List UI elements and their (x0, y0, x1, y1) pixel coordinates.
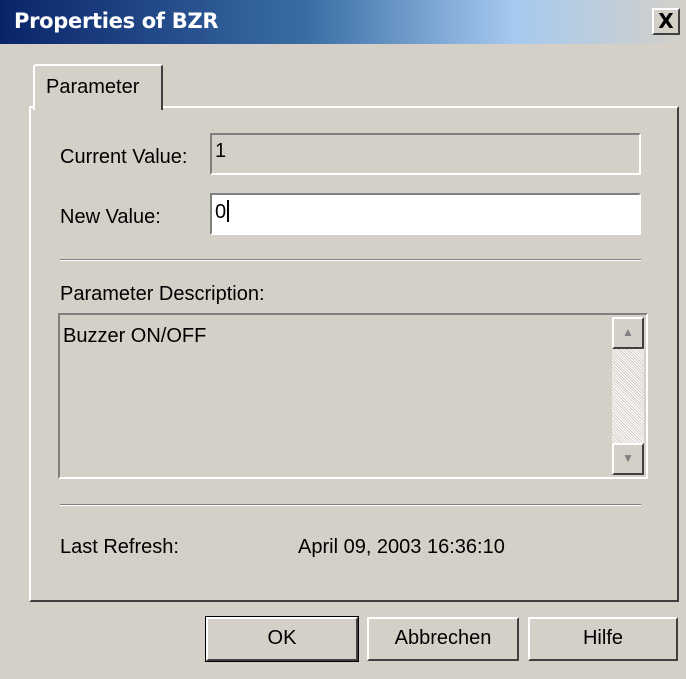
tab-parameter[interactable]: Parameter (33, 64, 163, 110)
window-title: Properties of BZR (14, 9, 219, 33)
title-bar[interactable]: Properties of BZR X (0, 0, 686, 44)
properties-dialog: Properties of BZR X Parameter Current Va… (0, 0, 686, 679)
tab-panel (29, 106, 679, 602)
ok-button[interactable]: OK (205, 616, 359, 662)
close-button[interactable]: X (652, 8, 680, 35)
help-button[interactable]: Hilfe (528, 617, 678, 661)
tab-parameter-label: Parameter (46, 76, 140, 98)
cancel-button[interactable]: Abbrechen (367, 617, 519, 661)
